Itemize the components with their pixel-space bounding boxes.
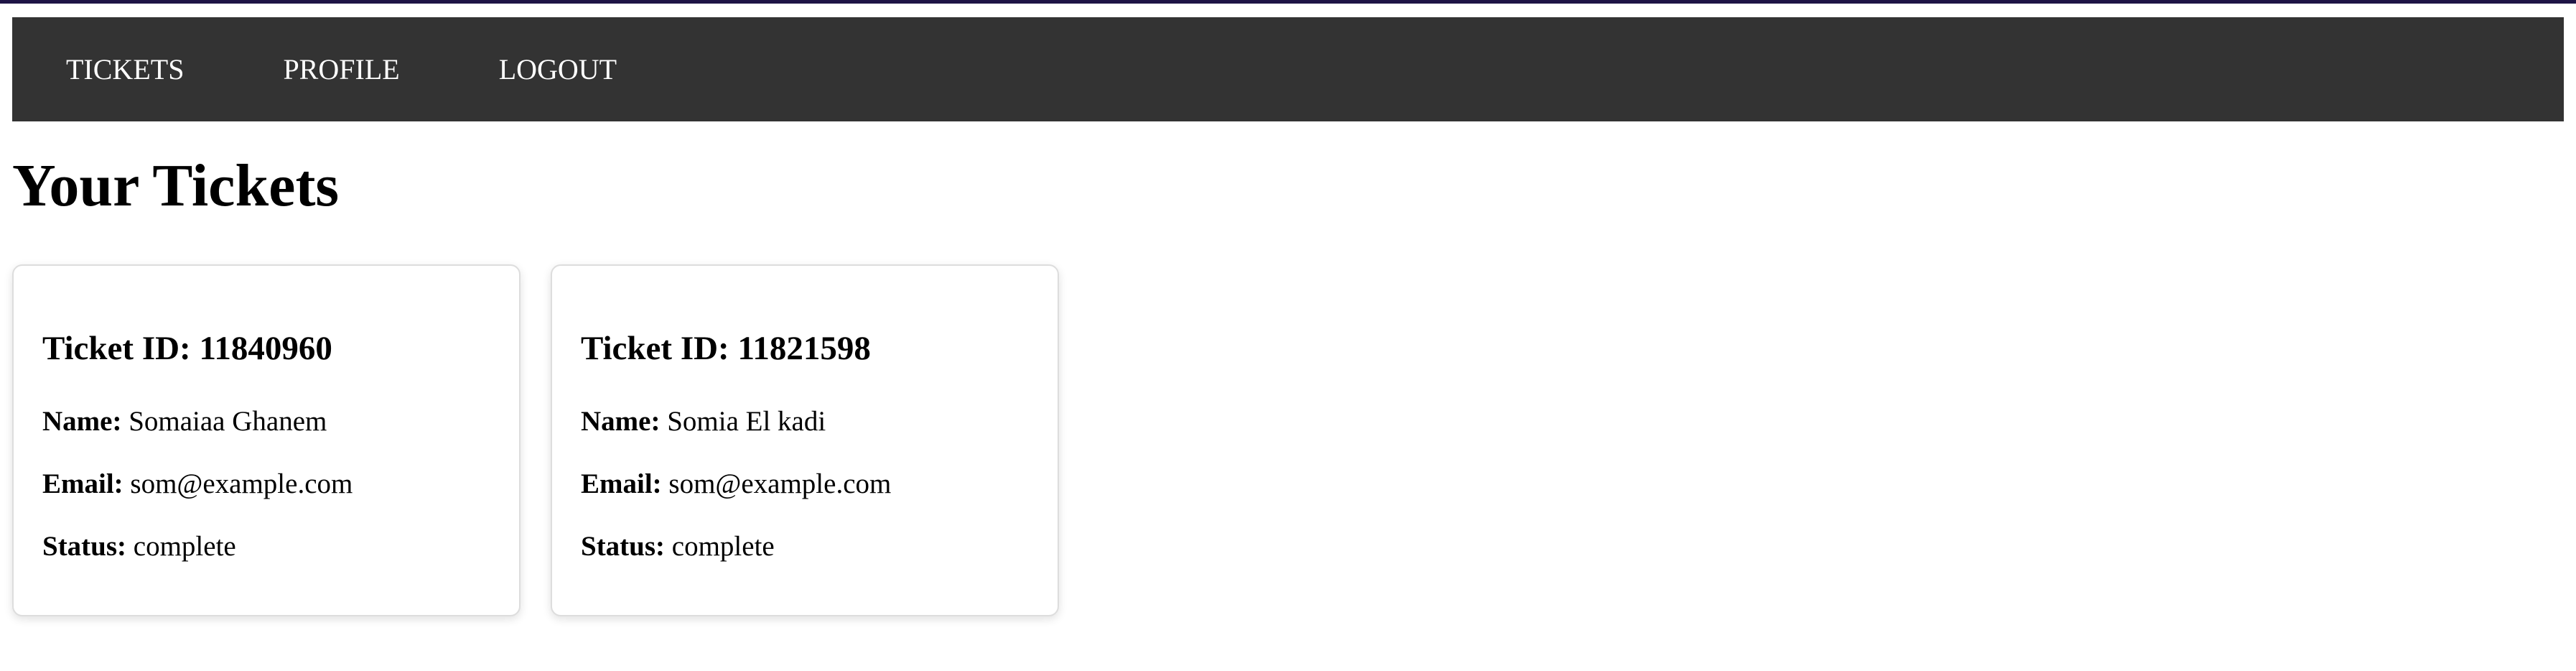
ticket-email-row: Email: som@example.com — [581, 470, 891, 498]
nav-link-tickets[interactable]: TICKETS — [12, 17, 234, 121]
ticket-card: Ticket ID: 11840960 Name: Somaiaa Ghanem… — [12, 264, 521, 616]
ticket-email-row: Email: som@example.com — [42, 470, 353, 498]
ticket-name-value: Somia El kadi — [667, 406, 826, 437]
page: TICKETS PROFILE LOGOUT Your Tickets Tick… — [0, 4, 2576, 671]
ticket-list: Ticket ID: 11840960 Name: Somaiaa Ghanem… — [12, 264, 1059, 616]
ticket-email-value: som@example.com — [130, 468, 353, 499]
ticket-status-row: Status: complete — [581, 532, 775, 560]
ticket-name-label: Name: — [581, 406, 661, 437]
nav-link-profile[interactable]: PROFILE — [234, 17, 449, 121]
ticket-email-label: Email: — [42, 468, 123, 499]
ticket-email-value: som@example.com — [668, 468, 892, 499]
ticket-name-value: Somaiaa Ghanem — [129, 406, 327, 437]
ticket-name-row: Name: Somaiaa Ghanem — [42, 407, 327, 435]
ticket-id: Ticket ID: 11840960 — [42, 330, 332, 367]
ticket-name-row: Name: Somia El kadi — [581, 407, 826, 435]
ticket-card: Ticket ID: 11821598 Name: Somia El kadi … — [551, 264, 1059, 616]
ticket-email-label: Email: — [581, 468, 662, 499]
ticket-status-label: Status: — [42, 531, 127, 562]
page-title: Your Tickets — [12, 152, 340, 219]
ticket-status-label: Status: — [581, 531, 666, 562]
navbar: TICKETS PROFILE LOGOUT — [12, 17, 2564, 121]
nav-link-logout[interactable]: LOGOUT — [450, 17, 667, 121]
ticket-status-row: Status: complete — [42, 532, 236, 560]
ticket-name-label: Name: — [42, 406, 122, 437]
ticket-status-value: complete — [671, 531, 775, 562]
ticket-status-value: complete — [133, 531, 236, 562]
ticket-id: Ticket ID: 11821598 — [581, 330, 871, 367]
